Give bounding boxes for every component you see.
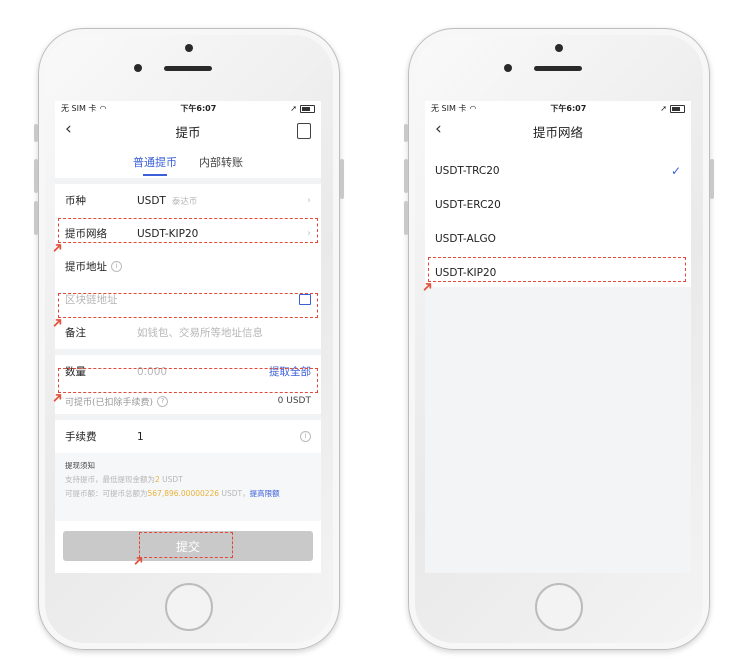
annotation-box-kip20 [428,257,686,282]
battery-icon [670,104,685,113]
available-value: 0 USDT [277,396,311,406]
network-option-algo[interactable]: USDT-ALGO [425,222,691,256]
carrier-label: 无 SIM 卡 [431,104,467,113]
currency-row[interactable]: 币种 USDT 泰达币 › [55,184,321,217]
available-label: 可提币(已扣除手续费) [65,397,154,408]
front-camera [555,44,563,52]
raise-limit-link[interactable]: 提高限额 [250,489,280,498]
withdraw-tabs: 普通提币 内部转账 [55,146,321,178]
withdraw-screen: 无 SIM 卡 ◠ 下午6:07 ➚ ‹ 提币 普通提币 内部转账 币种 USD… [55,101,321,573]
memo-input[interactable]: 如钱包、交易所等地址信息 [137,325,263,340]
network-option-label: USDT-ERC20 [435,199,501,211]
memo-row[interactable]: 备注 如钱包、交易所等地址信息 [55,316,321,349]
location-icon: ➚ [660,104,667,113]
front-camera [185,44,193,52]
notice-title: 提现须知 [65,461,95,470]
volume-down-button [404,201,408,235]
network-option-label: USDT-TRC20 [435,165,500,177]
wifi-icon: ◠ [99,104,107,113]
mute-switch [34,124,38,142]
home-button [165,583,213,631]
right-phone-frame: 无 SIM 卡 ◠ 下午6:07 ➚ ‹ 提币网络 USDT-TRC20 ✓ U… [404,28,714,650]
proximity-sensor [504,64,512,72]
carrier-label: 无 SIM 卡 [61,104,97,113]
mute-switch [404,124,408,142]
status-time: 下午6:07 [180,104,217,113]
checkmark-icon: ✓ [670,164,681,178]
nav-bar: ‹ 提币网络 [425,116,691,146]
status-bar: 无 SIM 卡 ◠ 下午6:07 ➚ [55,101,321,116]
status-bar: 无 SIM 卡 ◠ 下午6:07 ➚ [425,101,691,116]
currency-label: 币种 [65,195,86,207]
memo-label: 备注 [65,327,86,339]
annotation-box-address [58,293,318,318]
annotation-box-submit [139,532,233,558]
volume-up-button [404,159,408,193]
address-label: 提币地址 [65,261,107,273]
volume-up-button [34,159,38,193]
chevron-right-icon: › [307,195,311,206]
notice-line-2: 可提币额：可提币总额为567,896.00000226 USDT，提高限额 [65,489,280,498]
earpiece-speaker [534,66,582,71]
home-button [535,583,583,631]
network-option-label: USDT-ALGO [435,233,496,245]
tab-internal-transfer[interactable]: 内部转账 [199,154,243,170]
fee-label: 手续费 [65,431,97,443]
history-record-icon[interactable] [297,123,311,139]
info-icon[interactable]: i [111,261,122,272]
earpiece-speaker [164,66,212,71]
network-select-screen: 无 SIM 卡 ◠ 下午6:07 ➚ ‹ 提币网络 USDT-TRC20 ✓ U… [425,101,691,573]
network-option-erc20[interactable]: USDT-ERC20 [425,188,691,222]
fee-value: 1 [137,430,144,443]
network-option-trc20[interactable]: USDT-TRC20 ✓ [425,154,691,188]
notice-line-1: 支持提币，最低提现金额为2 USDT [65,475,183,484]
tab-normal-withdraw[interactable]: 普通提币 [133,154,177,176]
battery-icon [300,104,315,113]
annotation-box-network [58,218,318,243]
annotation-box-amount [58,368,318,393]
volume-down-button [34,201,38,235]
currency-value: USDT [137,194,166,207]
location-icon: ➚ [290,104,297,113]
page-title: 提币 [175,124,201,140]
proximity-sensor [134,64,142,72]
fee-row: 手续费 1 i [55,420,321,453]
info-icon[interactable]: i [300,431,311,442]
withdraw-notice: 提现须知 支持提币，最低提现金额为2 USDT 可提币额：可提币总额为567,8… [55,453,321,521]
empty-area [425,287,691,573]
page-title: 提币网络 [532,124,583,140]
address-label-row: 提币地址 i [55,250,321,283]
currency-hint: 泰达币 [171,196,198,207]
nav-bar: ‹ 提币 [55,116,321,146]
back-chevron-icon[interactable]: ‹ [435,119,442,139]
back-chevron-icon[interactable]: ‹ [65,119,72,139]
power-button [710,159,714,199]
status-time: 下午6:07 [550,104,587,113]
wifi-icon: ◠ [469,104,477,113]
power-button [340,159,344,199]
info-icon[interactable]: ? [157,395,169,407]
